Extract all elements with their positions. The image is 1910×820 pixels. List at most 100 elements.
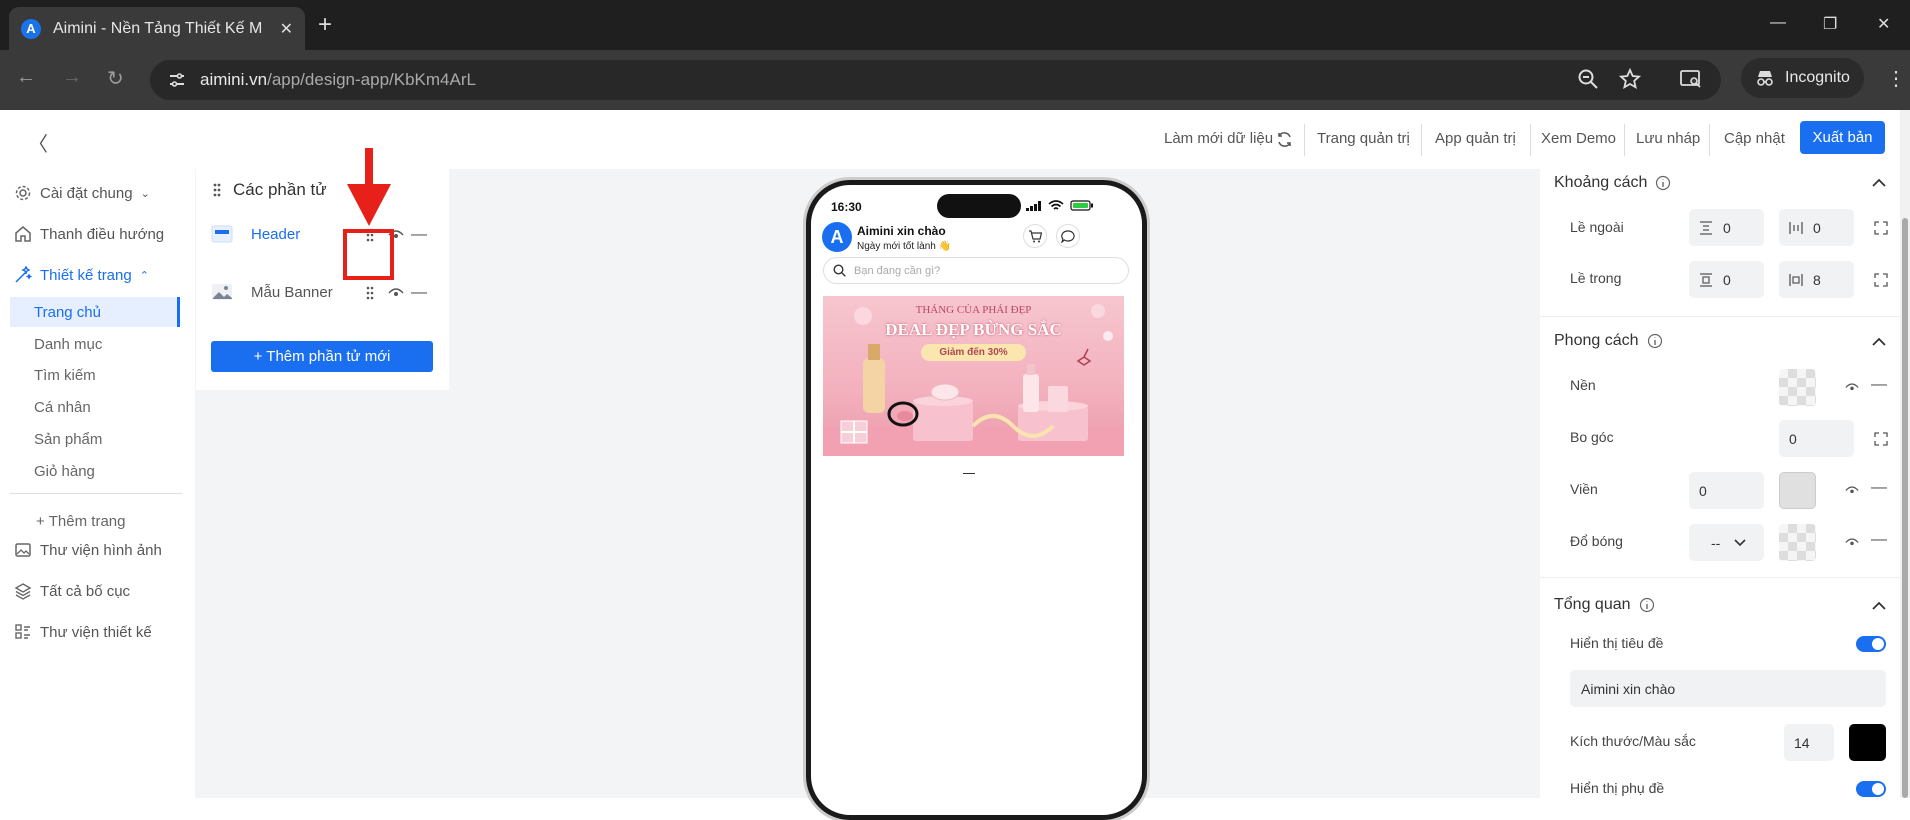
input-value: 0 [1699,482,1707,499]
site-info-icon[interactable] [168,71,186,89]
outer-margin-horizontal-input[interactable]: 0 [1779,209,1854,246]
forward-arrow-icon[interactable]: → [62,66,82,89]
page-item-products[interactable]: Sản phẩm [10,424,180,454]
element-row-header[interactable]: Header — [211,220,436,250]
banner-block-icon [212,284,232,300]
refresh-data-link[interactable]: Làm mới dữ liệu [1164,130,1273,147]
update-link[interactable]: Cập nhật [1724,130,1785,147]
back-chevron-icon[interactable]: 〈 [28,128,48,157]
view-demo-link[interactable]: Xem Demo [1541,130,1616,147]
chat-icon [1061,229,1075,243]
inner-padding-vertical-input[interactable]: 0 [1689,261,1764,298]
admin-page-link[interactable]: Trang quản trị [1317,130,1410,147]
input-value: 0 [1723,219,1731,236]
url-bar[interactable]: aimini.vn/app/design-app/KbKm4ArL [150,60,1721,100]
save-draft-link[interactable]: Lưu nháp [1636,130,1700,147]
close-window-icon[interactable]: ✕ [1877,14,1890,34]
cast-search-icon[interactable] [1679,68,1703,90]
add-page-button[interactable]: + Thêm trang [10,506,180,536]
remove-icon[interactable]: — [1871,531,1887,549]
status-icons [1026,200,1094,211]
shadow-label: Đổ bóng [1570,533,1623,549]
remove-icon[interactable]: — [411,284,427,302]
promo-banner[interactable]: THÁNG CỦA PHÁI ĐẸP DEAL ĐẸP BỪNG SẮC Giả… [823,296,1124,456]
title-color-swatch[interactable] [1849,724,1886,761]
border-width-input[interactable]: 0 [1689,472,1764,509]
sidebar-item-page-design[interactable]: Thiết kế trang ⌃ [14,266,149,284]
browser-menu-icon[interactable]: ⋮ [1886,66,1906,91]
remove-icon[interactable]: — [1871,479,1887,497]
back-arrow-icon[interactable]: ← [16,66,36,89]
chevron-up-icon[interactable] [1871,336,1887,348]
overview-section-title[interactable]: Tổng quan [1554,596,1655,614]
element-row-banner[interactable]: Mẫu Banner — [211,278,436,308]
phone-search-bar[interactable]: Bạn đang cần gì? [823,257,1129,284]
outer-margin-vertical-input[interactable]: 0 [1689,209,1764,246]
page-item-home[interactable]: Trang chủ [10,297,180,327]
incognito-badge[interactable]: Incognito [1741,58,1864,98]
browser-tab[interactable]: A Aimini - Nền Tảng Thiết Kế Mini ✕ [9,7,305,50]
scrollbar-thumb[interactable] [1902,218,1908,798]
section-title-text: Khoảng cách [1554,174,1648,191]
sidebar-item-navigation[interactable]: Thanh điều hướng [14,225,164,243]
expand-icon[interactable] [1874,221,1888,235]
banner-line-1: THÁNG CỦA PHÁI ĐẸP [915,304,1032,316]
size-color-label: Kích thước/Màu sắc [1570,733,1696,749]
spacing-section-title[interactable]: Khoảng cách [1554,174,1671,192]
border-color-swatch[interactable] [1779,472,1816,509]
reload-icon[interactable]: ↻ [107,66,124,91]
page-item-profile[interactable]: Cá nhân [10,392,180,422]
border-label: Viền [1570,481,1598,497]
divider [1304,124,1305,156]
close-tab-icon[interactable]: ✕ [280,19,293,39]
font-size-input[interactable]: 14 [1784,724,1834,761]
remove-icon[interactable]: — [411,226,427,244]
eye-icon[interactable] [1845,485,1859,496]
publish-button[interactable]: Xuất bản [1800,121,1885,154]
divider [963,473,975,474]
sidebar-item-image-library[interactable]: Thư viện hình ảnh [14,541,162,559]
inner-padding-horizontal-input[interactable]: 8 [1779,261,1854,298]
page-item-category[interactable]: Danh mục [10,329,180,359]
drag-handle-icon[interactable] [366,286,374,300]
chevron-up-icon[interactable] [1871,177,1887,189]
admin-app-link[interactable]: App quản trị [1435,130,1516,147]
cart-button[interactable] [1023,224,1047,248]
left-sidebar: Cài đặt chung ⌄ Thanh điều hướng Thiết k… [0,169,195,798]
sidebar-item-design-library[interactable]: Thư viện thiết kế [14,623,152,641]
chevron-up-icon[interactable] [1871,600,1887,612]
restore-icon[interactable]: ❐ [1823,14,1837,34]
remove-icon[interactable]: — [1871,376,1887,394]
minimize-icon[interactable]: — [1770,14,1786,32]
eye-icon[interactable] [388,287,404,299]
background-color-swatch[interactable] [1779,369,1816,406]
radius-input[interactable]: 0 [1779,420,1854,457]
expand-icon[interactable] [1874,273,1888,287]
chat-button[interactable] [1056,224,1080,248]
new-tab-button[interactable]: + [318,13,332,37]
element-label: Mẫu Banner [251,284,333,301]
tab-title: Aimini - Nền Tảng Thiết Kế Mini [53,19,263,37]
page-item-search[interactable]: Tìm kiếm [10,360,180,390]
search-placeholder: Bạn đang cần gì? [854,264,941,277]
sidebar-item-all-layouts[interactable]: Tất cả bố cục [14,582,130,600]
shadow-select[interactable]: -- [1689,524,1764,561]
shadow-color-swatch[interactable] [1779,524,1816,561]
add-element-button[interactable]: + Thêm phần tử mới [211,341,433,372]
page-item-cart[interactable]: Giỏ hàng [10,456,180,486]
eye-icon[interactable] [1845,382,1859,393]
title-text-input[interactable]: Aimini xin chào [1570,670,1886,707]
zoom-icon[interactable] [1577,68,1599,90]
url-text: aimini.vn/app/design-app/KbKm4ArL [200,70,476,90]
info-icon[interactable] [1655,175,1671,191]
expand-icon[interactable] [1874,432,1888,446]
show-title-toggle[interactable] [1856,636,1886,652]
eye-icon[interactable] [1845,537,1859,548]
style-section-title[interactable]: Phong cách [1554,332,1663,350]
info-icon[interactable] [1647,333,1663,349]
sidebar-item-general-settings[interactable]: Cài đặt chung ⌄ [14,184,150,202]
bookmark-star-icon[interactable] [1619,68,1641,90]
info-icon[interactable] [1639,597,1655,613]
show-subtitle-toggle[interactable] [1856,781,1886,797]
refresh-icon[interactable] [1276,131,1293,148]
